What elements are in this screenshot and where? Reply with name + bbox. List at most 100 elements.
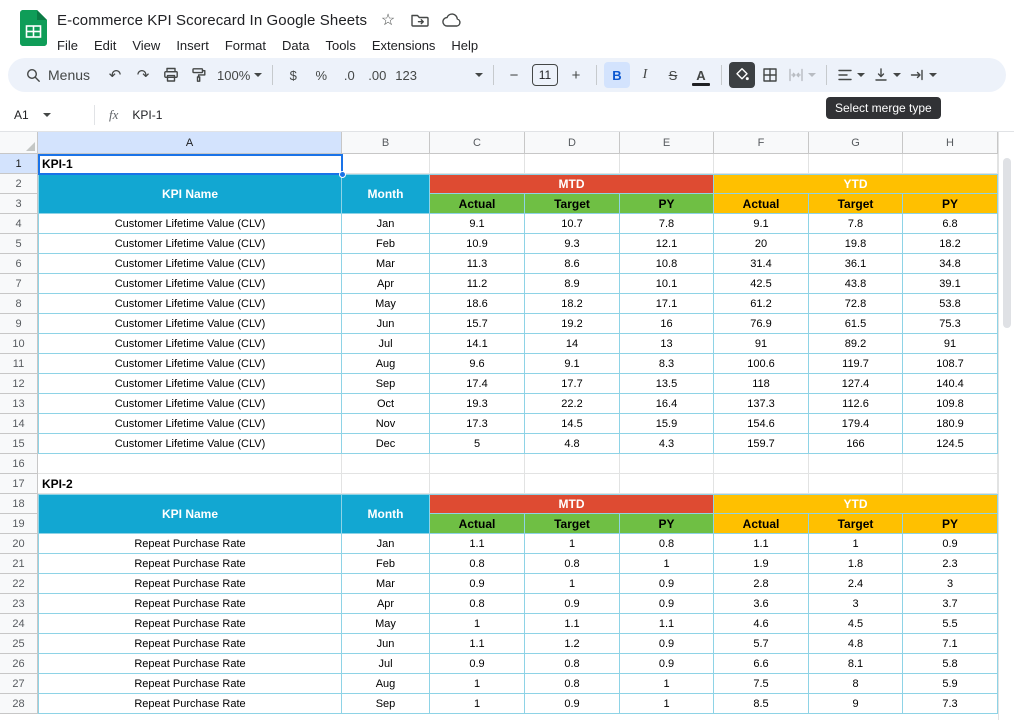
cell-A5[interactable]: Customer Lifetime Value (CLV) bbox=[38, 234, 342, 254]
cell-B8[interactable]: May bbox=[342, 294, 430, 314]
cell-D5[interactable]: 9.3 bbox=[525, 234, 620, 254]
cell-B6[interactable]: Mar bbox=[342, 254, 430, 274]
cell-A1[interactable]: KPI-1 bbox=[38, 154, 342, 174]
text-rotation-button[interactable] bbox=[906, 62, 940, 88]
strikethrough-button[interactable]: S bbox=[660, 62, 686, 88]
cell-G5[interactable]: 19.8 bbox=[809, 234, 903, 254]
cell-A24[interactable]: Repeat Purchase Rate bbox=[38, 614, 342, 634]
column-header-F[interactable]: F bbox=[714, 132, 809, 154]
cell-E20[interactable]: 0.8 bbox=[620, 534, 714, 554]
cell-F28[interactable]: 8.5 bbox=[714, 694, 809, 714]
cell-F7[interactable]: 42.5 bbox=[714, 274, 809, 294]
column-header-E[interactable]: E bbox=[620, 132, 714, 154]
cell-H17[interactable] bbox=[903, 474, 998, 494]
zoom-select[interactable]: 100% bbox=[214, 62, 265, 88]
menu-edit[interactable]: Edit bbox=[86, 35, 124, 56]
cell-C25[interactable]: 1.1 bbox=[430, 634, 525, 654]
cell-D8[interactable]: 18.2 bbox=[525, 294, 620, 314]
cell-H12[interactable]: 140.4 bbox=[903, 374, 998, 394]
cell-G12[interactable]: 127.4 bbox=[809, 374, 903, 394]
cell-A12[interactable]: Customer Lifetime Value (CLV) bbox=[38, 374, 342, 394]
cell-E11[interactable]: 8.3 bbox=[620, 354, 714, 374]
row-header-25[interactable]: 25 bbox=[0, 634, 38, 654]
cell-A7[interactable]: Customer Lifetime Value (CLV) bbox=[38, 274, 342, 294]
cell-H10[interactable]: 91 bbox=[903, 334, 998, 354]
cell-G3[interactable]: Target bbox=[809, 194, 903, 214]
cell-B15[interactable]: Dec bbox=[342, 434, 430, 454]
cell-B17[interactable] bbox=[342, 474, 430, 494]
cell-C10[interactable]: 14.1 bbox=[430, 334, 525, 354]
cell-B9[interactable]: Jun bbox=[342, 314, 430, 334]
row-header-4[interactable]: 4 bbox=[0, 214, 38, 234]
italic-button[interactable]: I bbox=[632, 62, 658, 88]
format-currency-button[interactable]: $ bbox=[280, 62, 306, 88]
cell-E4[interactable]: 7.8 bbox=[620, 214, 714, 234]
cell-E1[interactable] bbox=[620, 154, 714, 174]
menus-search-button[interactable]: Menus bbox=[18, 62, 100, 88]
cell-H7[interactable]: 39.1 bbox=[903, 274, 998, 294]
cell-A22[interactable]: Repeat Purchase Rate bbox=[38, 574, 342, 594]
cell-E7[interactable]: 10.1 bbox=[620, 274, 714, 294]
cell-E13[interactable]: 16.4 bbox=[620, 394, 714, 414]
cell-C15[interactable]: 5 bbox=[430, 434, 525, 454]
cell-D14[interactable]: 14.5 bbox=[525, 414, 620, 434]
cell-D28[interactable]: 0.9 bbox=[525, 694, 620, 714]
menu-view[interactable]: View bbox=[124, 35, 168, 56]
cell-D16[interactable] bbox=[525, 454, 620, 474]
cell-D25[interactable]: 1.2 bbox=[525, 634, 620, 654]
cell-F23[interactable]: 3.6 bbox=[714, 594, 809, 614]
row-header-26[interactable]: 26 bbox=[0, 654, 38, 674]
cell-H13[interactable]: 109.8 bbox=[903, 394, 998, 414]
cell-A26[interactable]: Repeat Purchase Rate bbox=[38, 654, 342, 674]
cell-B5[interactable]: Feb bbox=[342, 234, 430, 254]
cell-F21[interactable]: 1.9 bbox=[714, 554, 809, 574]
cell-E25[interactable]: 0.9 bbox=[620, 634, 714, 654]
cell-H24[interactable]: 5.5 bbox=[903, 614, 998, 634]
row-header-8[interactable]: 8 bbox=[0, 294, 38, 314]
row-header-12[interactable]: 12 bbox=[0, 374, 38, 394]
cell-F5[interactable]: 20 bbox=[714, 234, 809, 254]
menu-extensions[interactable]: Extensions bbox=[364, 35, 444, 56]
cell-D23[interactable]: 0.9 bbox=[525, 594, 620, 614]
cell-F24[interactable]: 4.6 bbox=[714, 614, 809, 634]
cell-E22[interactable]: 0.9 bbox=[620, 574, 714, 594]
cell-C16[interactable] bbox=[430, 454, 525, 474]
cell-H22[interactable]: 3 bbox=[903, 574, 998, 594]
cell-D17[interactable] bbox=[525, 474, 620, 494]
cell-F22[interactable]: 2.8 bbox=[714, 574, 809, 594]
cell-H20[interactable]: 0.9 bbox=[903, 534, 998, 554]
cell-G15[interactable]: 166 bbox=[809, 434, 903, 454]
cell-H27[interactable]: 5.9 bbox=[903, 674, 998, 694]
column-header-D[interactable]: D bbox=[525, 132, 620, 154]
cell-H14[interactable]: 180.9 bbox=[903, 414, 998, 434]
text-color-button[interactable]: A bbox=[688, 62, 714, 88]
cell-B4[interactable]: Jan bbox=[342, 214, 430, 234]
cell-A23[interactable]: Repeat Purchase Rate bbox=[38, 594, 342, 614]
row-header-9[interactable]: 9 bbox=[0, 314, 38, 334]
cell-G27[interactable]: 8 bbox=[809, 674, 903, 694]
cell-F2[interactable]: YTD bbox=[714, 174, 998, 194]
cell-F6[interactable]: 31.4 bbox=[714, 254, 809, 274]
cell-E6[interactable]: 10.8 bbox=[620, 254, 714, 274]
cell-D27[interactable]: 0.8 bbox=[525, 674, 620, 694]
cell-H5[interactable]: 18.2 bbox=[903, 234, 998, 254]
vertical-align-button[interactable] bbox=[870, 62, 904, 88]
cell-B23[interactable]: Apr bbox=[342, 594, 430, 614]
cell-B16[interactable] bbox=[342, 454, 430, 474]
cell-F13[interactable]: 137.3 bbox=[714, 394, 809, 414]
cell-C24[interactable]: 1 bbox=[430, 614, 525, 634]
increase-decimal-button[interactable]: .00 bbox=[364, 62, 390, 88]
cell-E17[interactable] bbox=[620, 474, 714, 494]
column-header-G[interactable]: G bbox=[809, 132, 903, 154]
row-header-17[interactable]: 17 bbox=[0, 474, 38, 494]
row-header-11[interactable]: 11 bbox=[0, 354, 38, 374]
menu-data[interactable]: Data bbox=[274, 35, 317, 56]
row-header-14[interactable]: 14 bbox=[0, 414, 38, 434]
cell-E21[interactable]: 1 bbox=[620, 554, 714, 574]
row-header-3[interactable]: 3 bbox=[0, 194, 38, 214]
cell-C6[interactable]: 11.3 bbox=[430, 254, 525, 274]
cell-G28[interactable]: 9 bbox=[809, 694, 903, 714]
horizontal-align-button[interactable] bbox=[834, 62, 868, 88]
fill-color-button[interactable] bbox=[729, 62, 755, 88]
cell-H21[interactable]: 2.3 bbox=[903, 554, 998, 574]
